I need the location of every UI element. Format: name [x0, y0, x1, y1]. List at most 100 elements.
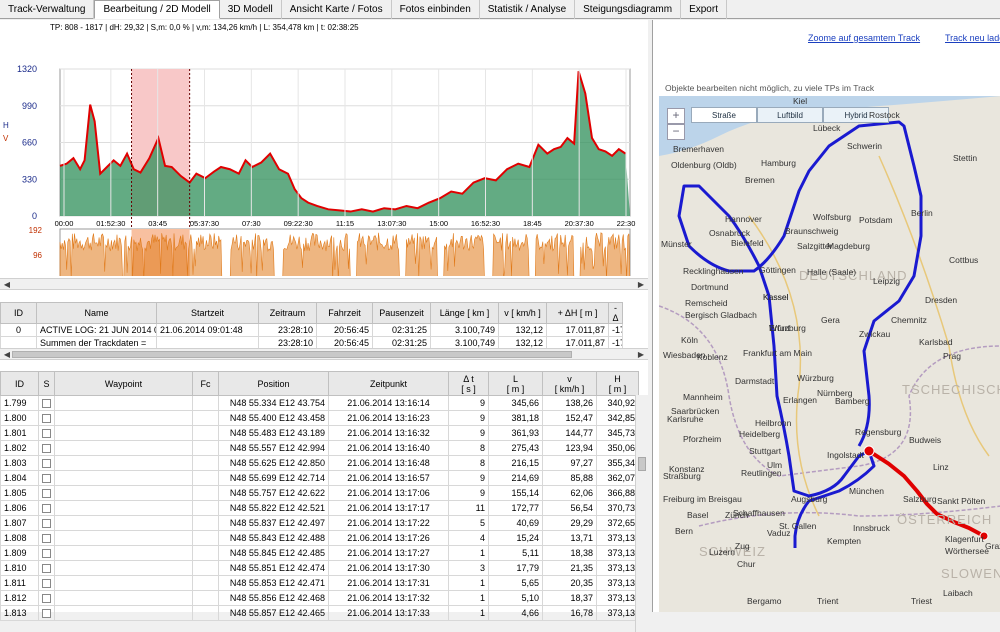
wp-checkbox[interactable]: [42, 579, 51, 589]
wp-checkbox[interactable]: [42, 564, 51, 574]
wp-waypoint[interactable]: [54, 470, 193, 486]
wp-status: [38, 530, 55, 546]
elevation-chart[interactable]: TP: 808 - 1817 | dH: 29,32 | S,m: 0,0 % …: [0, 20, 648, 289]
table-row[interactable]: 1.800 N48 55.400 E12 43.458 21.06.2014 13:…: [0, 410, 639, 426]
wp-waypoint[interactable]: [54, 395, 193, 411]
table-row[interactable]: 1.812 N48 55.856 E12 42.468 21.06.2014 13:…: [0, 590, 639, 606]
tracks-col-header[interactable]: Pausenzeit: [372, 302, 431, 324]
tab-1[interactable]: Bearbeitung / 2D Modell: [94, 0, 220, 19]
wp-col-header[interactable]: ID: [0, 371, 39, 396]
scroll-left-icon[interactable]: ◀: [2, 280, 12, 289]
wp-value: 85,88: [542, 470, 597, 486]
wp-waypoint[interactable]: [54, 545, 193, 561]
tracks-col-header[interactable]: Fahrzeit: [316, 302, 373, 324]
table-row[interactable]: 1.799 N48 55.334 E12 43.754 21.06.2014 13:…: [0, 395, 639, 411]
scroll-right-icon[interactable]: ▶: [636, 350, 646, 359]
city-label: Potsdam: [859, 215, 893, 225]
wp-checkbox[interactable]: [42, 594, 51, 604]
wp-checkbox[interactable]: [42, 489, 51, 499]
tab-4[interactable]: Fotos einbinden: [392, 0, 480, 19]
wp-value: 214,69: [488, 470, 543, 486]
tracks-col-header[interactable]: ID: [0, 302, 37, 324]
tab-5[interactable]: Statistik / Analyse: [480, 0, 576, 19]
table-row[interactable]: 1.808 N48 55.843 E12 42.488 21.06.2014 13:…: [0, 530, 639, 546]
wp-col-header[interactable]: L[ m ]: [488, 371, 543, 396]
tab-7[interactable]: Export: [681, 0, 727, 19]
wp-checkbox[interactable]: [42, 504, 51, 514]
zoom-out-button[interactable]: −: [667, 124, 685, 140]
selection-marker-start[interactable]: [863, 445, 875, 457]
wp-waypoint[interactable]: [54, 455, 193, 471]
table-cell: -17.: [608, 323, 623, 337]
map-type-street[interactable]: Straße: [691, 107, 757, 123]
table-row[interactable]: 1.804 N48 55.699 E12 42.714 21.06.2014 13:…: [0, 470, 639, 486]
waypoint-scrollbar[interactable]: [635, 395, 648, 632]
zoom-in-button[interactable]: +: [667, 108, 685, 124]
tracks-col-header[interactable]: Startzeit: [156, 302, 259, 324]
table-row[interactable]: 1.805 N48 55.757 E12 42.622 21.06.2014 13:…: [0, 485, 639, 501]
reload-track-link[interactable]: Track neu lade: [945, 33, 1000, 43]
tab-2[interactable]: 3D Modell: [220, 0, 282, 19]
scroll-thumb[interactable]: [638, 457, 646, 471]
wp-waypoint[interactable]: [54, 515, 193, 531]
table-row[interactable]: 1.802 N48 55.557 E12 42.994 21.06.2014 13:…: [0, 440, 639, 456]
tracks-col-header[interactable]: Zeitraum: [258, 302, 317, 324]
wp-col-header[interactable]: Δ t[ s ]: [448, 371, 489, 396]
wp-waypoint[interactable]: [54, 425, 193, 441]
wp-col-header[interactable]: S: [38, 371, 55, 396]
wp-waypoint[interactable]: [54, 500, 193, 516]
chart-svg[interactable]: TP: 808 - 1817 | dH: 29,32 | S,m: 0,0 % …: [0, 20, 648, 289]
wp-col-header[interactable]: Zeitpunkt: [328, 371, 449, 396]
wp-checkbox[interactable]: [42, 519, 51, 529]
wp-checkbox[interactable]: [42, 414, 51, 424]
wp-col-header[interactable]: Position: [218, 371, 329, 396]
wp-checkbox[interactable]: [42, 399, 51, 409]
wp-col-header[interactable]: v[ km/h ]: [542, 371, 597, 396]
wp-checkbox[interactable]: [42, 609, 51, 619]
map-view[interactable]: Straße Luftbild Hybrid + − DEUTSCHLAND TS…: [659, 96, 1000, 612]
scroll-thumb[interactable]: [12, 351, 572, 358]
wp-checkbox[interactable]: [42, 444, 51, 454]
tab-6[interactable]: Steigungsdiagramm: [575, 0, 682, 19]
wp-waypoint[interactable]: [54, 440, 193, 456]
wp-checkbox[interactable]: [42, 534, 51, 544]
table-row[interactable]: 1.810 N48 55.851 E12 42.474 21.06.2014 13:…: [0, 560, 639, 576]
table-row[interactable]: 1.806 N48 55.822 E12 42.521 21.06.2014 13:…: [0, 500, 639, 516]
wp-col-header[interactable]: H[ m ]: [596, 371, 639, 396]
wp-col-header[interactable]: Fc: [192, 371, 219, 396]
tracks-scrollbar[interactable]: ◀ ▶: [0, 348, 648, 360]
tracks-col-header[interactable]: v [ km/h ]: [498, 302, 547, 324]
table-row[interactable]: 1.803 N48 55.625 E12 42.850 21.06.2014 13:…: [0, 455, 639, 471]
scroll-left-icon[interactable]: ◀: [2, 350, 12, 359]
tab-3[interactable]: Ansicht Karte / Fotos: [282, 0, 392, 19]
wp-waypoint[interactable]: [54, 590, 193, 606]
zoom-to-track-link[interactable]: Zoome auf gesamtem Track: [808, 33, 920, 43]
scroll-right-icon[interactable]: ▶: [636, 280, 646, 289]
chart-scrollbar[interactable]: ◀ ▶: [0, 278, 648, 290]
table-row[interactable]: 1.809 N48 55.845 E12 42.485 21.06.2014 13:…: [0, 545, 639, 561]
tab-0[interactable]: Track-Verwaltung: [0, 0, 95, 19]
table-row[interactable]: 1.801 N48 55.483 E12 43.189 21.06.2014 13:…: [0, 425, 639, 441]
tracks-col-header[interactable]: Name: [36, 302, 157, 324]
table-row[interactable]: 1.807 N48 55.837 E12 42.497 21.06.2014 13:…: [0, 515, 639, 531]
wp-checkbox[interactable]: [42, 459, 51, 469]
wp-waypoint[interactable]: [54, 410, 193, 426]
table-row[interactable]: 1.811 N48 55.853 E12 42.471 21.06.2014 13:…: [0, 575, 639, 591]
city-label: Kassel: [763, 292, 789, 302]
tracks-col-header[interactable]: + ΔH [ m ]: [546, 302, 609, 324]
table-row[interactable]: 0ACTIVE LOG: 21 JUN 2014 09:0...21.06.20…: [0, 323, 623, 337]
wp-waypoint[interactable]: [54, 560, 193, 576]
wp-waypoint[interactable]: [54, 605, 193, 621]
table-row[interactable]: 1.813 N48 55.857 E12 42.465 21.06.2014 13:…: [0, 605, 639, 621]
wp-col-header[interactable]: Waypoint: [54, 371, 193, 396]
wp-value: 373,13: [596, 545, 639, 561]
wp-waypoint[interactable]: [54, 530, 193, 546]
wp-checkbox[interactable]: [42, 429, 51, 439]
wp-waypoint[interactable]: [54, 575, 193, 591]
wp-checkbox[interactable]: [42, 549, 51, 559]
wp-checkbox[interactable]: [42, 474, 51, 484]
tracks-col-header[interactable]: - Δ: [608, 302, 623, 324]
map-type-aerial[interactable]: Luftbild: [757, 107, 823, 123]
wp-waypoint[interactable]: [54, 485, 193, 501]
tracks-col-header[interactable]: Länge [ km ]: [430, 302, 499, 324]
